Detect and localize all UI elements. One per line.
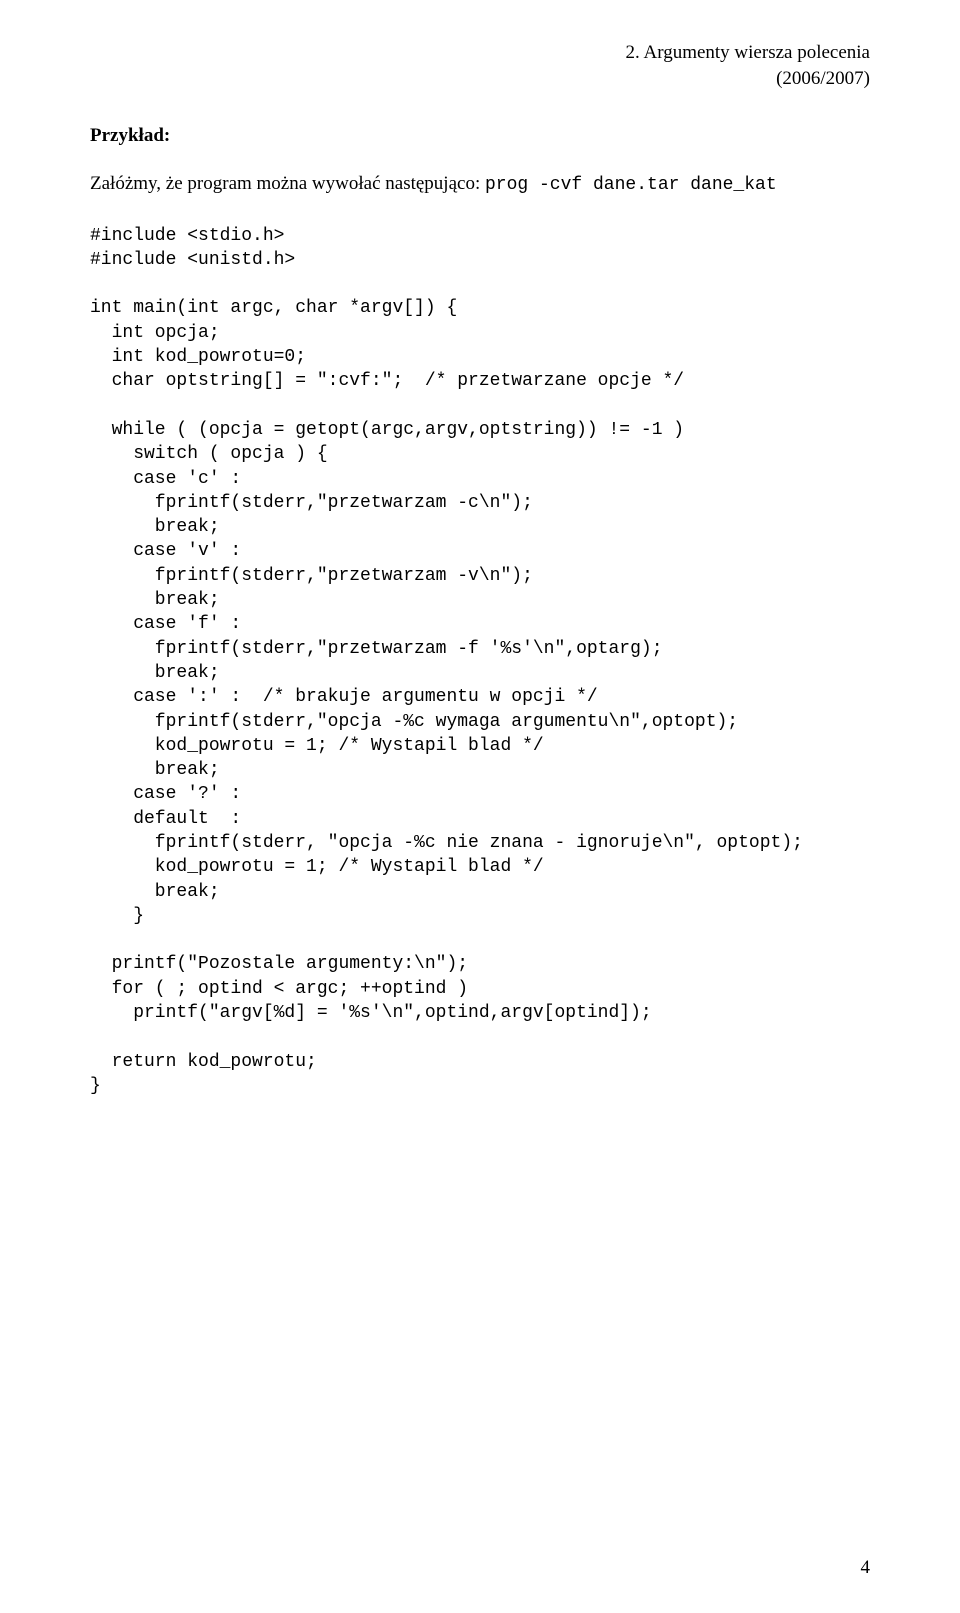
page-number: 4 bbox=[861, 1557, 871, 1579]
section-title: Przykład: bbox=[90, 125, 870, 147]
intro-text: Załóżmy, że program można wywołać następ… bbox=[90, 173, 485, 194]
header-line-2: (2006/2007) bbox=[776, 68, 870, 89]
code-listing: #include <stdio.h> #include <unistd.h> i… bbox=[90, 224, 870, 1099]
intro-code: prog -cvf dane.tar dane_kat bbox=[485, 175, 777, 195]
intro-line: Załóżmy, że program można wywołać następ… bbox=[90, 173, 870, 197]
header-block: 2. Argumenty wiersza polecenia (2006/200… bbox=[90, 40, 870, 91]
document-page: 2. Argumenty wiersza polecenia (2006/200… bbox=[0, 0, 960, 1613]
header-line-1: 2. Argumenty wiersza polecenia bbox=[626, 42, 870, 63]
